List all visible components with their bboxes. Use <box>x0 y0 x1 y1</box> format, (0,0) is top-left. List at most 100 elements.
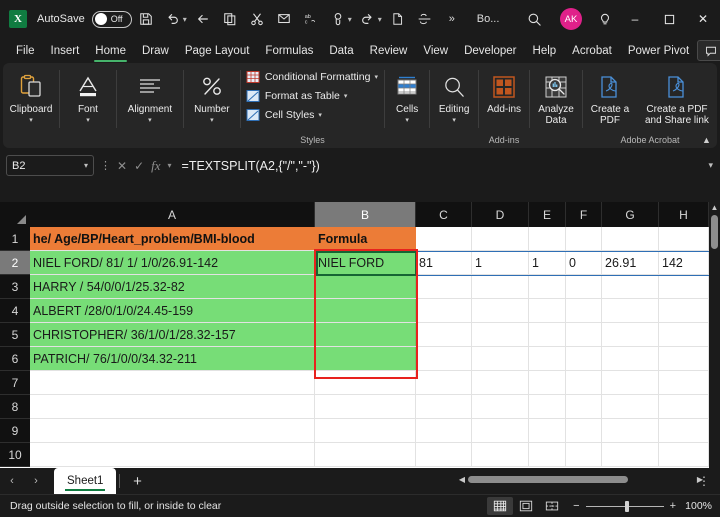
cell-d10[interactable] <box>472 443 529 466</box>
cell-c6[interactable] <box>416 347 472 370</box>
cell-d5[interactable] <box>472 323 529 346</box>
tab-home[interactable]: Home <box>87 40 134 62</box>
column-header-h[interactable]: H <box>659 202 709 227</box>
tab-formulas[interactable]: Formulas <box>257 40 321 62</box>
cell-a7[interactable] <box>30 371 315 394</box>
analyze-data-button[interactable]: Analyze Data <box>530 68 582 126</box>
cell-a8[interactable] <box>30 395 315 418</box>
enter-formula-icon[interactable]: ✓ <box>134 159 144 173</box>
insert-function-icon[interactable]: fx <box>151 158 160 174</box>
cell-c3[interactable] <box>416 275 472 298</box>
tab-view[interactable]: View <box>415 40 456 62</box>
tab-review[interactable]: Review <box>362 40 416 62</box>
maximize-button[interactable] <box>652 0 686 38</box>
minimize-button[interactable]: – <box>618 0 652 38</box>
cell-c2[interactable]: 81 <box>416 251 472 274</box>
cell-f6[interactable] <box>566 347 602 370</box>
font-dropdown-icon[interactable]: ▾ <box>86 116 90 124</box>
tab-power-pivot[interactable]: Power Pivot <box>620 40 697 62</box>
formula-input[interactable]: =TEXTSPLIT(A2,{"/","-"}) <box>181 155 701 176</box>
chevron-down-icon[interactable]: ▾ <box>168 161 172 170</box>
scroll-up-icon[interactable]: ▲ <box>709 202 720 214</box>
cell-g4[interactable] <box>602 299 659 322</box>
cell-d9[interactable] <box>472 419 529 442</box>
cell-h8[interactable] <box>659 395 709 418</box>
cell-e4[interactable] <box>529 299 566 322</box>
row-header-9[interactable]: 9 <box>0 419 30 443</box>
redo-dropdown-icon[interactable]: ▾ <box>378 15 382 24</box>
cell-g5[interactable] <box>602 323 659 346</box>
cell-d2[interactable]: 1 <box>472 251 529 274</box>
cell-g10[interactable] <box>602 443 659 466</box>
cell-a2[interactable]: NIEL FORD/ 81/ 1/ 1/0/26.91-142 <box>30 251 315 274</box>
cell-a3[interactable]: HARRY / 54/0/0/1/25.32-82 <box>30 275 315 298</box>
tab-developer[interactable]: Developer <box>456 40 524 62</box>
cell-c7[interactable] <box>416 371 472 394</box>
cell-g7[interactable] <box>602 371 659 394</box>
normal-view-icon[interactable] <box>487 497 514 515</box>
cell-e2[interactable]: 1 <box>529 251 566 274</box>
editing-button[interactable]: Editing ▾ <box>430 68 478 124</box>
cell-e7[interactable] <box>529 371 566 394</box>
cell-f1[interactable] <box>566 227 602 250</box>
cell-f4[interactable] <box>566 299 602 322</box>
copy-icon[interactable] <box>217 6 243 32</box>
cut-scissors-icon[interactable] <box>244 6 270 32</box>
create-pdf-share-button[interactable]: Create a PDF and Share link <box>637 68 717 126</box>
column-header-d[interactable]: D <box>472 202 529 227</box>
cell-g8[interactable] <box>602 395 659 418</box>
cell-a1[interactable]: he/ Age/BP/Heart_problem/BMI-blood <box>30 227 315 250</box>
cell-b4[interactable] <box>315 299 416 322</box>
row-header-4[interactable]: 4 <box>0 299 30 323</box>
cell-c1[interactable] <box>416 227 472 250</box>
select-all-corner[interactable] <box>0 202 30 227</box>
cell-b9[interactable] <box>315 419 416 442</box>
cell-d1[interactable] <box>472 227 529 250</box>
chevron-down-icon[interactable]: ▾ <box>374 73 378 81</box>
autosave-toggle[interactable]: Off <box>91 10 132 28</box>
cell-h10[interactable] <box>659 443 709 466</box>
cell-styles-button[interactable]: Cell Styles ▾ <box>241 105 327 124</box>
cell-b7[interactable] <box>315 371 416 394</box>
format-as-table-button[interactable]: Format as Table ▾ <box>241 86 353 105</box>
cells-dropdown-icon[interactable]: ▾ <box>405 116 409 124</box>
cell-h4[interactable] <box>659 299 709 322</box>
row-header-1[interactable]: 1 <box>0 227 30 251</box>
sheet-tab-sheet1[interactable]: Sheet1 <box>54 468 117 494</box>
lightbulb-icon[interactable] <box>592 6 618 32</box>
tab-help[interactable]: Help <box>525 40 565 62</box>
chevron-down-icon[interactable]: ▾ <box>84 161 88 170</box>
cell-d6[interactable] <box>472 347 529 370</box>
font-button[interactable]: Font ▾ <box>60 68 116 124</box>
zoom-slider[interactable] <box>585 500 664 512</box>
cell-f7[interactable] <box>566 371 602 394</box>
cell-b1[interactable]: Formula <box>315 227 416 250</box>
row-header-8[interactable]: 8 <box>0 395 30 419</box>
cell-f10[interactable] <box>566 443 602 466</box>
editing-dropdown-icon[interactable]: ▾ <box>452 116 456 124</box>
expand-formula-bar-icon[interactable]: ▾ <box>708 160 713 171</box>
chevron-down-icon[interactable]: ▾ <box>344 92 348 100</box>
format-painter-icon[interactable] <box>271 6 297 32</box>
cell-g6[interactable] <box>602 347 659 370</box>
cell-h2[interactable]: 142 <box>659 251 709 274</box>
cell-c8[interactable] <box>416 395 472 418</box>
alignment-button[interactable]: Alignment ▾ <box>117 68 183 124</box>
vertical-scrollbar[interactable]: ▲ <box>709 202 720 468</box>
close-button[interactable]: ✕ <box>686 0 720 38</box>
tab-page-layout[interactable]: Page Layout <box>177 40 258 62</box>
cell-a10[interactable] <box>30 443 315 466</box>
cell-h1[interactable] <box>659 227 709 250</box>
column-header-e[interactable]: E <box>529 202 566 227</box>
cell-b8[interactable] <box>315 395 416 418</box>
row-header-7[interactable]: 7 <box>0 371 30 395</box>
clipboard-button[interactable]: Clipboard ▾ <box>3 68 59 124</box>
cell-h5[interactable] <box>659 323 709 346</box>
undo-dropdown-icon[interactable]: ▾ <box>183 15 187 24</box>
cell-b5[interactable] <box>315 323 416 346</box>
cell-d8[interactable] <box>472 395 529 418</box>
cell-b6[interactable] <box>315 347 416 370</box>
tab-draw[interactable]: Draw <box>134 40 177 62</box>
row-header-3[interactable]: 3 <box>0 275 30 299</box>
save-icon[interactable] <box>133 6 159 32</box>
